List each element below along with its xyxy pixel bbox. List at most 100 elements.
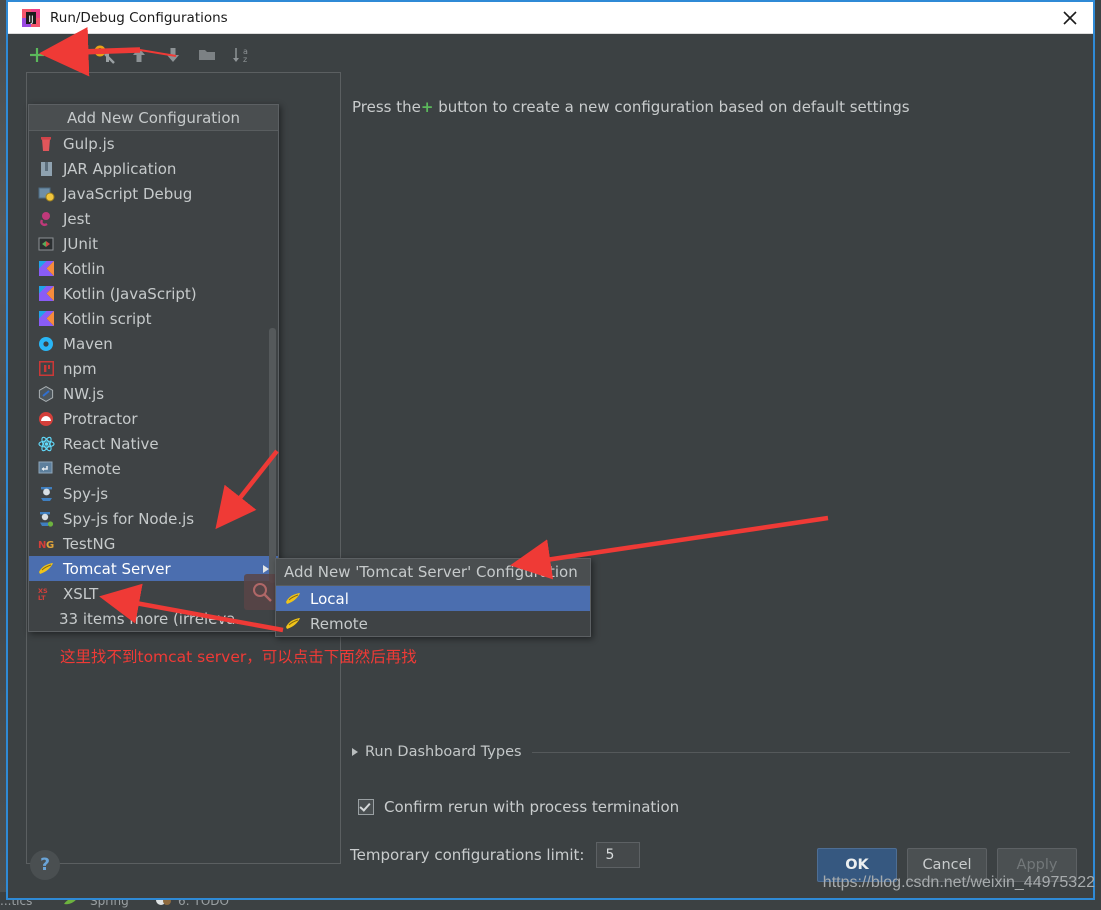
dialog-title-bar: IJ Run/Debug Configurations xyxy=(8,2,1093,34)
confirm-rerun-label: Confirm rerun with process termination xyxy=(384,798,680,816)
ok-button[interactable]: OK xyxy=(817,848,897,882)
menu-item-label: Kotlin xyxy=(63,259,105,278)
run-debug-configurations-dialog: IJ Run/Debug Configurations a z Press th… xyxy=(6,0,1095,900)
move-up-button[interactable] xyxy=(126,42,152,68)
submenu-item-local[interactable]: Local xyxy=(276,586,590,611)
tomcat-icon xyxy=(37,560,55,578)
testng-icon: NG xyxy=(37,535,55,553)
npm-icon xyxy=(37,360,55,378)
svg-text:z: z xyxy=(243,55,247,64)
cancel-button[interactable]: Cancel xyxy=(907,848,987,882)
section-divider xyxy=(531,751,1070,753)
add-configuration-button[interactable] xyxy=(24,42,50,68)
menu-item-npm[interactable]: npm xyxy=(29,356,278,381)
menu-item-label: 33 items more (irreleva... xyxy=(59,609,250,628)
move-down-button[interactable] xyxy=(160,42,186,68)
confirm-rerun-row[interactable]: Confirm rerun with process termination xyxy=(358,798,679,816)
menu-item-jest[interactable]: Jest xyxy=(29,206,278,231)
dialog-button-bar: OK Cancel Apply xyxy=(817,848,1077,882)
menu-item-maven[interactable]: Maven xyxy=(29,331,278,356)
menu-item-junit[interactable]: JUnit xyxy=(29,231,278,256)
popup-scrollbar[interactable] xyxy=(269,328,276,583)
menu-item-label: npm xyxy=(63,359,97,378)
edit-templates-button[interactable] xyxy=(92,42,118,68)
menu-item-label: JAR Application xyxy=(63,159,177,178)
menu-item-jar-application[interactable]: JAR Application xyxy=(29,156,278,181)
menu-item-protractor[interactable]: Protractor xyxy=(29,406,278,431)
menu-item-label: Spy-js for Node.js xyxy=(63,509,195,528)
copy-configuration-button[interactable] xyxy=(58,42,84,68)
menu-item-label: XSLT xyxy=(63,584,99,603)
menu-item-spy-js-for-nodejs[interactable]: Spy-js for Node.js xyxy=(29,506,278,531)
menu-item-label: Protractor xyxy=(63,409,138,428)
new-folder-button[interactable] xyxy=(194,42,220,68)
jar-icon xyxy=(37,160,55,178)
menu-item-label: Gulp.js xyxy=(63,134,115,153)
menu-item-testng[interactable]: NG TestNG xyxy=(29,531,278,556)
help-button[interactable]: ? xyxy=(30,850,60,880)
remote-icon xyxy=(37,460,55,478)
menu-item-label: TestNG xyxy=(63,534,116,553)
annotation-note-chinese: 这里找不到tomcat server，可以点击下面然后再找 xyxy=(60,648,417,666)
menu-item-label: Maven xyxy=(63,334,113,353)
menu-item-javascript-debug[interactable]: JavaScript Debug xyxy=(29,181,278,206)
javascript-debug-icon xyxy=(37,185,55,203)
menu-item-label: Remote xyxy=(63,459,121,478)
hint-plus-icon: + xyxy=(420,98,434,116)
submenu-item-label: Remote xyxy=(310,614,368,633)
menu-item-label: JUnit xyxy=(63,234,98,253)
gulp-icon xyxy=(37,135,55,153)
spyjs-icon xyxy=(37,485,55,503)
temporary-configurations-limit-row: Temporary configurations limit: 5 xyxy=(350,842,641,868)
menu-item-label: Kotlin script xyxy=(63,309,152,328)
run-dashboard-types-section[interactable]: Run Dashboard Types xyxy=(352,744,1070,760)
menu-item-label: React Native xyxy=(63,434,159,453)
svg-text:G: G xyxy=(46,540,54,551)
tomcat-icon xyxy=(284,590,302,608)
kotlin-icon xyxy=(37,310,55,328)
submenu-item-label: Local xyxy=(310,589,349,608)
menu-item-spy-js[interactable]: Spy-js xyxy=(29,481,278,506)
menu-item-more-items[interactable]: 33 items more (irreleva... xyxy=(29,606,278,631)
temp-limit-input[interactable]: 5 xyxy=(596,842,641,868)
tomcat-icon xyxy=(284,615,302,633)
menu-item-tomcat-server[interactable]: Tomcat Server xyxy=(29,556,278,581)
hint-text-before: Press the xyxy=(352,98,421,116)
popup-menu-list: Gulp.js JAR Application JavaScript Debug xyxy=(29,131,278,631)
configuration-detail-panel: Press the+ button to create a new config… xyxy=(344,72,1081,868)
menu-item-xslt[interactable]: XS LT XSLT xyxy=(29,581,278,606)
menu-item-kotlin[interactable]: Kotlin xyxy=(29,256,278,281)
menu-item-label: Kotlin (JavaScript) xyxy=(63,284,197,303)
help-icon: ? xyxy=(40,854,50,875)
menu-item-label: NW.js xyxy=(63,384,105,403)
empty-state-hint: Press the+ button to create a new config… xyxy=(352,98,910,116)
sort-button[interactable]: a z xyxy=(228,42,254,68)
section-title: Run Dashboard Types xyxy=(365,744,522,760)
xslt-icon: XS LT xyxy=(37,585,55,603)
temp-limit-label: Temporary configurations limit: xyxy=(350,846,585,864)
menu-item-kotlin-javascript[interactable]: Kotlin (JavaScript) xyxy=(29,281,278,306)
menu-item-react-native[interactable]: React Native xyxy=(29,431,278,456)
menu-item-kotlin-script[interactable]: Kotlin script xyxy=(29,306,278,331)
configurations-toolbar: a z xyxy=(24,40,254,70)
jest-icon xyxy=(37,210,55,228)
nwjs-icon xyxy=(37,385,55,403)
submenu-item-remote[interactable]: Remote xyxy=(276,611,590,636)
apply-button: Apply xyxy=(997,848,1077,882)
react-native-icon xyxy=(37,435,55,453)
menu-item-label: JavaScript Debug xyxy=(63,184,193,203)
dialog-title: Run/Debug Configurations xyxy=(50,9,228,26)
close-icon[interactable] xyxy=(1061,9,1079,27)
menu-item-label: Jest xyxy=(63,209,91,228)
menu-item-remote[interactable]: Remote xyxy=(29,456,278,481)
spyjs-node-icon xyxy=(37,510,55,528)
menu-item-nwjs[interactable]: NW.js xyxy=(29,381,278,406)
menu-item-gulp-js[interactable]: Gulp.js xyxy=(29,131,278,156)
intellij-idea-icon: IJ xyxy=(22,8,40,27)
kotlin-icon xyxy=(37,260,55,278)
svg-text:LT: LT xyxy=(38,594,46,601)
confirm-rerun-checkbox[interactable] xyxy=(358,799,374,815)
junit-icon xyxy=(37,235,55,253)
tomcat-server-submenu: Add New 'Tomcat Server' Configuration Lo… xyxy=(275,558,591,637)
protractor-icon xyxy=(37,410,55,428)
